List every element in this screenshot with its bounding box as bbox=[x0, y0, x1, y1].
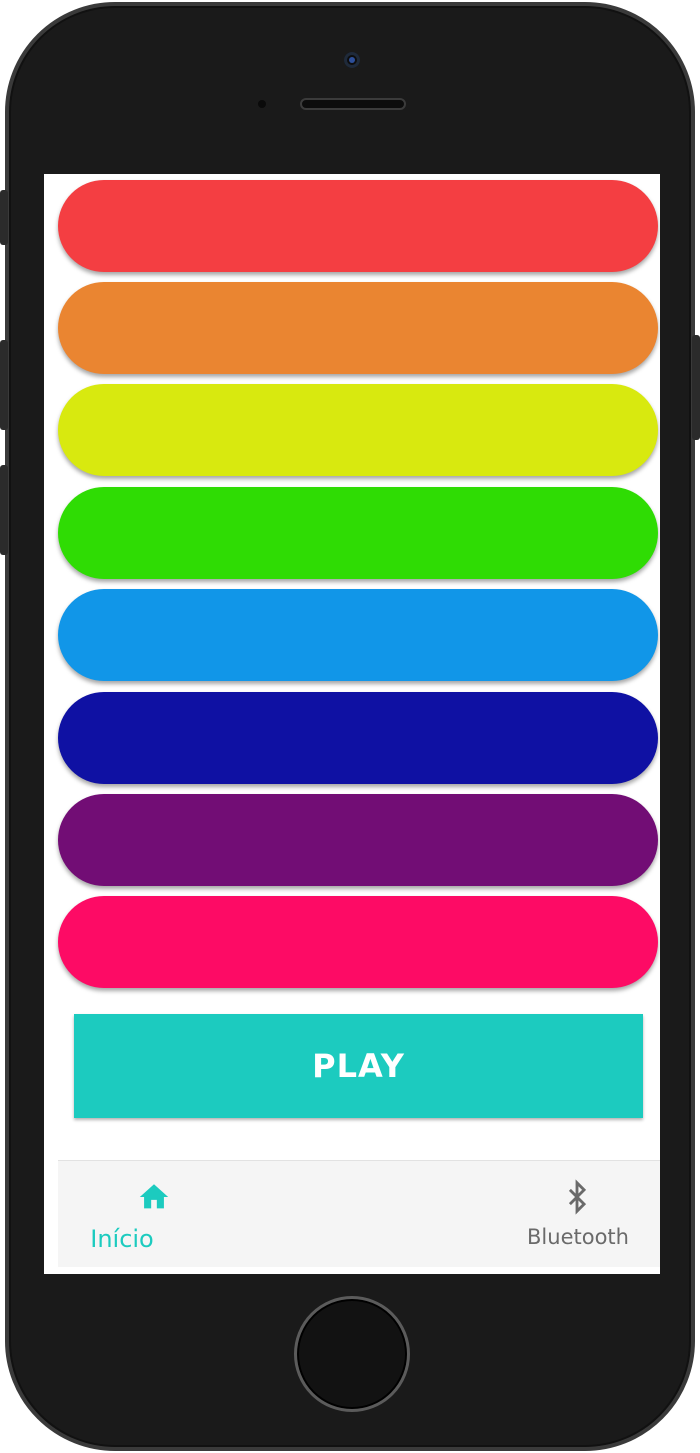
home-hardware-button[interactable] bbox=[294, 1296, 410, 1412]
color-button-purple[interactable] bbox=[58, 794, 658, 886]
volume-down-button bbox=[0, 465, 8, 555]
home-icon bbox=[134, 1177, 174, 1217]
nav-item-bluetooth[interactable]: Bluetooth bbox=[358, 1161, 658, 1267]
earpiece-speaker bbox=[300, 98, 406, 110]
nav-item-inicio[interactable]: Início bbox=[58, 1161, 358, 1267]
color-button-pink[interactable] bbox=[58, 896, 658, 988]
mute-switch bbox=[0, 190, 8, 245]
nav-item-label: Bluetooth bbox=[527, 1225, 629, 1249]
app-screen: PLAY Início Bluetooth bbox=[44, 174, 660, 1274]
volume-up-button bbox=[0, 340, 8, 430]
color-button-green[interactable] bbox=[58, 487, 658, 579]
bluetooth-icon bbox=[557, 1177, 597, 1217]
color-button-dark-blue[interactable] bbox=[58, 692, 658, 784]
color-button-light-blue[interactable] bbox=[58, 589, 658, 681]
power-button bbox=[692, 335, 700, 440]
front-camera bbox=[344, 52, 360, 68]
color-button-red[interactable] bbox=[58, 180, 658, 272]
bottom-navigation: Início Bluetooth bbox=[58, 1160, 660, 1267]
nav-item-label: Início bbox=[90, 1225, 154, 1253]
play-button[interactable]: PLAY bbox=[74, 1014, 643, 1118]
color-button-yellow[interactable] bbox=[58, 384, 658, 476]
proximity-sensor bbox=[258, 100, 266, 108]
color-button-orange[interactable] bbox=[58, 282, 658, 374]
